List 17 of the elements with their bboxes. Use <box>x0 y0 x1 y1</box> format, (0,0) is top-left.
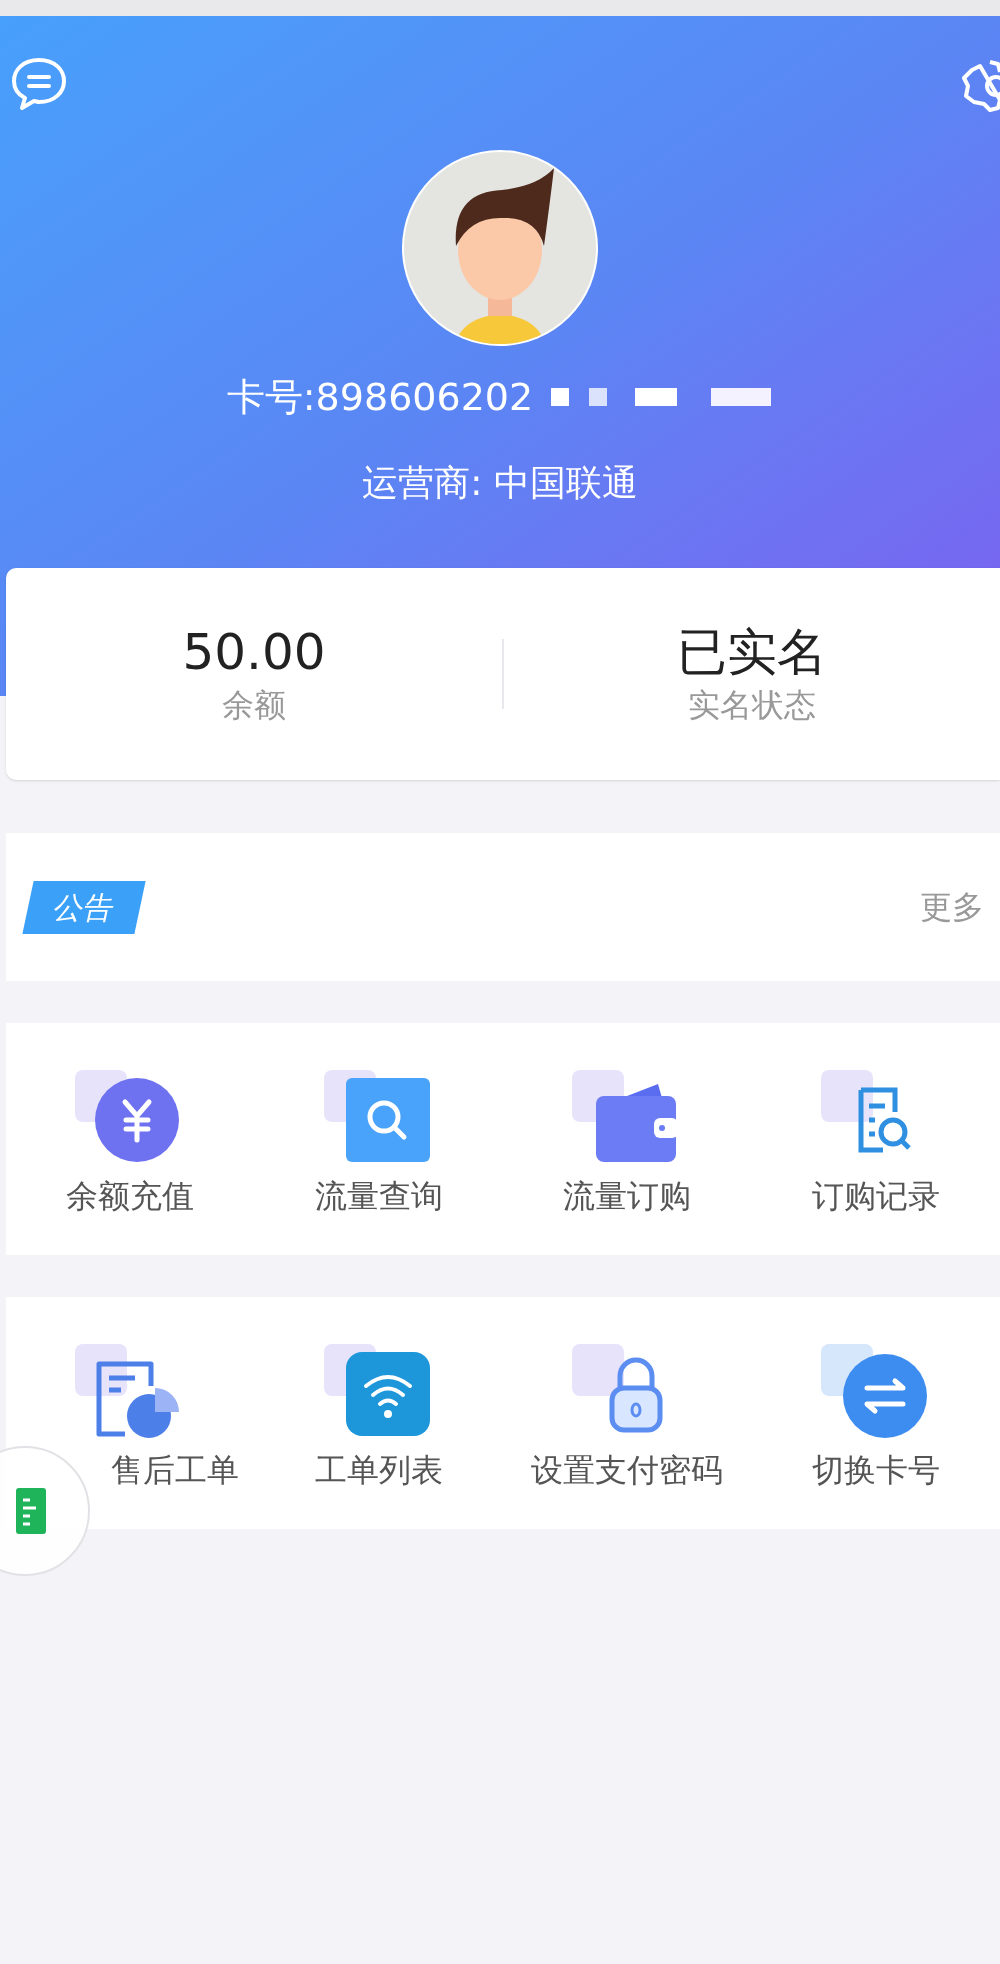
menu-item-label[interactable]: 工单列表 <box>314 1451 443 1489</box>
summary-label: 实名状态 <box>688 689 816 721</box>
card-number: 卡号:898606202 <box>226 378 534 416</box>
menu-item-label[interactable]: 流量查询 <box>314 1177 443 1215</box>
summary-value: 已实名 <box>677 627 827 677</box>
summary-value: 50.00 <box>182 627 326 677</box>
notice-tag: 公告 <box>22 880 146 934</box>
chat-bubble-icon[interactable] <box>10 56 68 112</box>
menu-item-label[interactable]: 流量订购 <box>563 1177 692 1215</box>
menu-item-label[interactable]: 售后工单 <box>111 1451 240 1489</box>
summary-label: 余额 <box>222 689 286 721</box>
operator-label: 运营商: 中国联通 <box>362 461 638 505</box>
menu-item-label[interactable]: 余额充值 <box>66 1177 195 1215</box>
menu-item-label[interactable]: 切换卡号 <box>811 1451 940 1489</box>
document-icon <box>16 1488 46 1534</box>
menu-item-label[interactable]: 订购记录 <box>811 1177 940 1215</box>
menu-item-label[interactable]: 设置支付密码 <box>531 1451 724 1489</box>
